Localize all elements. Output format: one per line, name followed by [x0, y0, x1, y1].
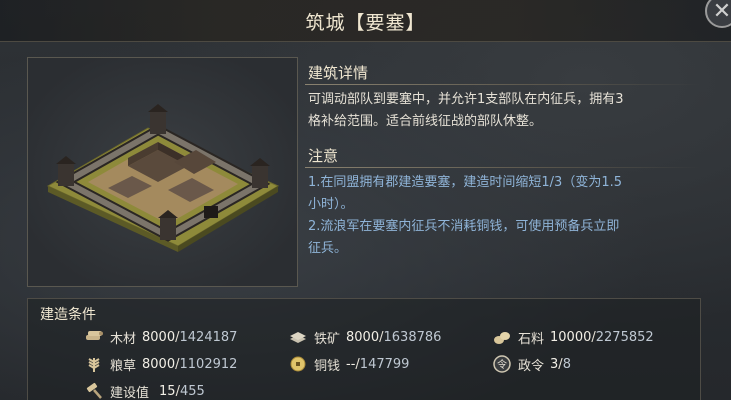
resource-have: 455 — [179, 383, 205, 399]
resource-need: 8000 — [346, 329, 380, 345]
resource-need: 15 — [159, 383, 176, 399]
detail-text: 可调动部队到要塞中，并允许1支部队在内征兵，拥有3 格补给范围。适合前线征战的部… — [308, 89, 718, 133]
resource-label: 铜钱 — [314, 358, 341, 374]
wood-icon — [86, 331, 103, 340]
resource-label: 铁矿 — [314, 331, 341, 347]
resource-coin: 铜钱 --/147799 — [288, 354, 409, 374]
resource-have: 147799 — [359, 356, 410, 372]
resource-label: 政令 — [518, 358, 545, 374]
resource-need: 3 — [550, 356, 559, 372]
coin-icon — [290, 356, 306, 372]
detail-heading: 建筑详情 — [308, 64, 369, 82]
iron-icon — [290, 332, 306, 343]
notice-line-4: 征兵。 — [308, 241, 348, 256]
stone-icon — [494, 332, 510, 344]
resource-need: 8000 — [142, 329, 176, 345]
resource-have: 1638786 — [383, 329, 442, 345]
notice-text: 1.在同盟拥有郡建造要塞，建造时间缩短1/3（变为1.5 小时）。 2.流浪军在… — [308, 172, 718, 260]
resource-label: 建设值 — [110, 385, 150, 400]
window-title: 筑城【要塞】 — [305, 12, 426, 34]
notice-heading: 注意 — [308, 147, 339, 165]
notice-line-3: 2.流浪军在要塞内征兵不消耗铜钱，可使用预备兵立即 — [308, 219, 620, 234]
detail-divider — [305, 84, 700, 85]
resource-need: -- — [346, 356, 356, 372]
resource-have: 1102912 — [179, 356, 238, 372]
fortress-image — [46, 104, 280, 252]
resource-have: 8 — [562, 356, 571, 372]
notice-line-1: 1.在同盟拥有郡建造要塞，建造时间缩短1/3（变为1.5 — [308, 175, 622, 190]
detail-line-1: 可调动部队到要塞中，并允许1支部队在内征兵，拥有3 — [308, 92, 624, 107]
hammer-icon — [86, 382, 102, 399]
resource-have: 2275852 — [595, 329, 654, 345]
resource-label: 木材 — [110, 331, 137, 347]
resource-label: 石料 — [518, 331, 545, 347]
decree-icon: 令 — [493, 355, 511, 373]
conditions-heading: 建造条件 — [40, 307, 96, 323]
resource-wood: 木材 8000/1424187 — [84, 327, 237, 347]
resource-stone: 石料 10000/2275852 — [492, 327, 654, 347]
resource-iron: 铁矿 8000/1638786 — [288, 327, 441, 347]
resource-need: 8000 — [142, 356, 176, 372]
resource-construction: 建设值 15/455 — [84, 381, 205, 400]
close-icon: ✕ — [712, 0, 731, 24]
resource-have: 1424187 — [179, 329, 238, 345]
title-bar: 筑城【要塞】 — [0, 0, 731, 42]
notice-line-2: 小时）。 — [308, 197, 354, 212]
resource-need: 10000 — [550, 329, 592, 345]
resource-decree: 令 政令 3/8 — [492, 354, 571, 374]
resource-label: 粮草 — [110, 358, 137, 374]
grain-icon — [88, 358, 100, 372]
resource-grain: 粮草 8000/1102912 — [84, 354, 237, 374]
svg-text:令: 令 — [497, 358, 507, 371]
building-image-panel — [27, 57, 298, 287]
detail-line-2: 格补给范围。适合前线征战的部队休整。 — [308, 114, 543, 129]
notice-divider — [305, 167, 700, 168]
